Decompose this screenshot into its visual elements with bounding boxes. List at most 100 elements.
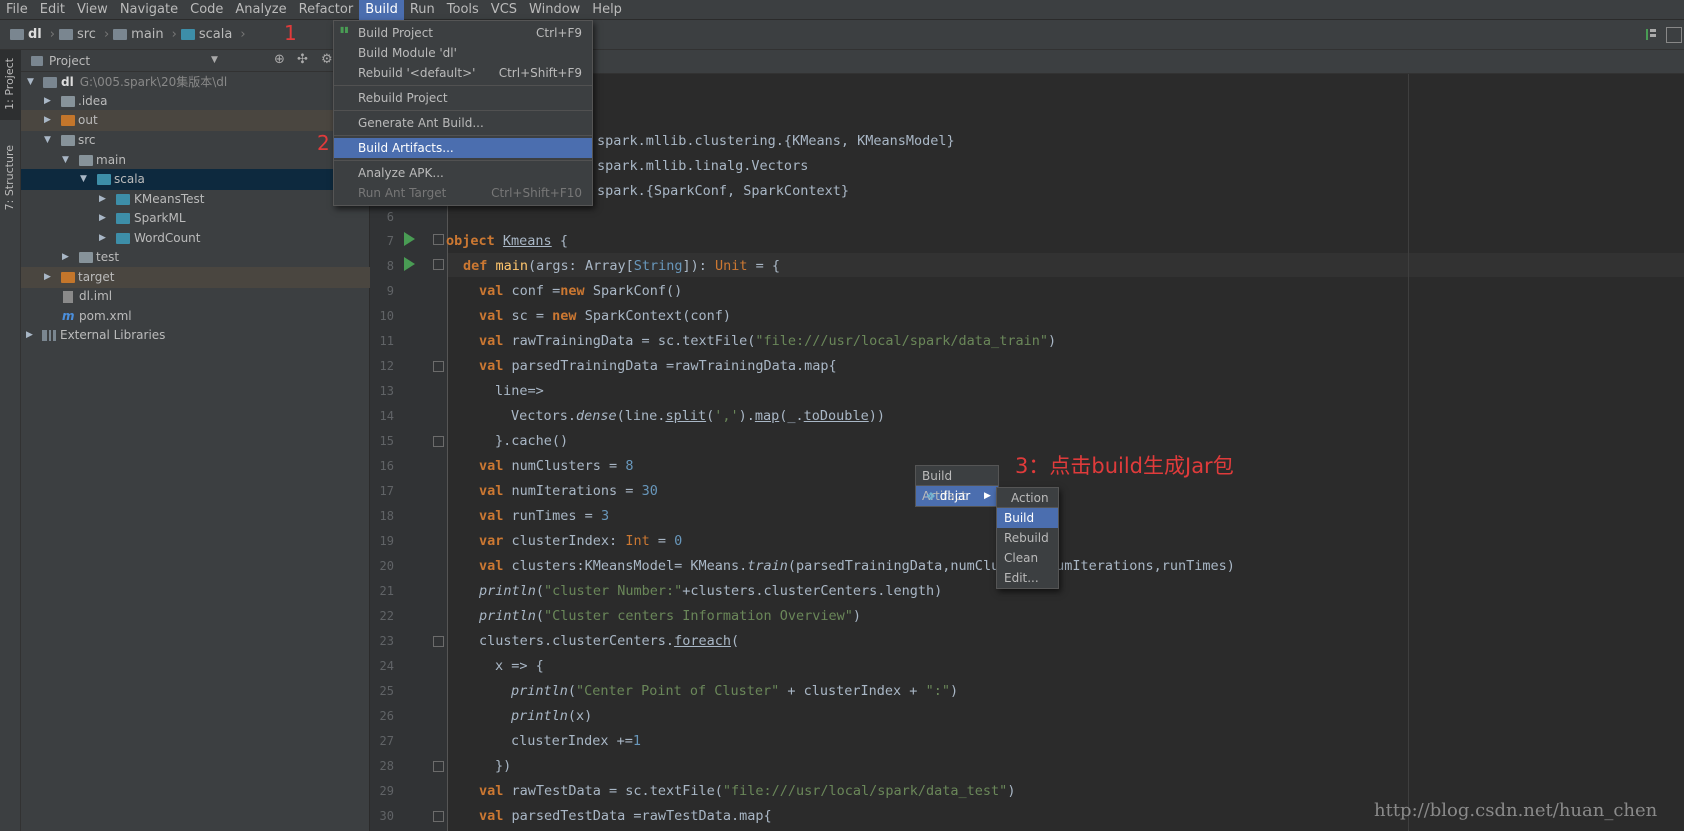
fold-icon[interactable]	[433, 234, 444, 245]
menu-run[interactable]: Run	[404, 0, 441, 20]
menu-item-build-module[interactable]: Build Module 'dl'	[334, 43, 592, 63]
run-config-icon[interactable]	[1645, 27, 1659, 43]
menu-navigate[interactable]: Navigate	[114, 0, 184, 20]
menu-separator	[334, 110, 592, 111]
collapse-arrow-icon[interactable]: ▶	[62, 247, 69, 268]
menu-build[interactable]: Build	[359, 0, 404, 20]
collapse-arrow-icon[interactable]: ▶	[99, 228, 106, 249]
tree-item-scala[interactable]: ▼ scala	[21, 169, 370, 190]
menu-separator	[334, 85, 592, 86]
project-panel-title[interactable]: Project	[49, 54, 90, 68]
collapse-arrow-icon[interactable]: ▶	[99, 208, 106, 229]
module-icon	[10, 29, 24, 40]
folder-icon	[61, 96, 75, 107]
line-number: 18	[379, 509, 394, 523]
menu-help[interactable]: Help	[586, 0, 628, 20]
expand-arrow-icon[interactable]: ▼	[80, 169, 87, 190]
code-line: println("Center Point of Cluster" + clus…	[511, 683, 959, 699]
tree-root-path: G:\005.spark\20集版本\dl	[79, 75, 228, 89]
locate-icon[interactable]: ⊕	[274, 52, 285, 67]
tree-item-dl-iml[interactable]: dl.iml	[21, 286, 370, 307]
expand-arrow-icon[interactable]: ▼	[27, 72, 34, 93]
action-build[interactable]: Build	[997, 508, 1058, 528]
menu-vcs[interactable]: VCS	[485, 0, 523, 20]
tool-tab-project[interactable]: 1: Project	[3, 58, 16, 110]
menu-item-run-ant-target[interactable]: Run Ant Target Ctrl+Shift+F10	[334, 183, 592, 203]
layout-icon[interactable]	[1666, 27, 1682, 43]
tree-item-test[interactable]: ▶ test	[21, 247, 370, 268]
menu-view[interactable]: View	[71, 0, 114, 20]
tree-item-target[interactable]: ▶ target	[21, 267, 370, 288]
tree-item-kmeanstest[interactable]: ▶ KMeansTest	[21, 189, 370, 210]
code-line: println(x)	[511, 708, 593, 724]
folder-icon	[61, 135, 75, 146]
menu-file[interactable]: File	[0, 0, 34, 20]
fold-icon[interactable]	[433, 259, 444, 270]
collapse-arrow-icon[interactable]: ▶	[44, 91, 51, 112]
code-line: Vectors.dense(line.split(',').map(_.toDo…	[511, 408, 885, 424]
collapse-arrow-icon[interactable]: ▶	[99, 189, 106, 210]
action-edit[interactable]: Edit...	[997, 568, 1058, 588]
code-line: clusters.clusterCenters.foreach(	[479, 633, 740, 649]
tree-item-label: src	[78, 133, 96, 147]
menu-analyze[interactable]: Analyze	[229, 0, 292, 20]
menu-window[interactable]: Window	[523, 0, 586, 20]
collapse-all-icon[interactable]: ✣	[297, 52, 308, 67]
code-line: val numIterations = 30	[479, 483, 658, 499]
tree-item-label: pom.xml	[79, 309, 132, 323]
breadcrumb-main[interactable]: main	[131, 27, 163, 42]
line-number: 23	[379, 634, 394, 648]
tree-item-wordcount[interactable]: ▶ WordCount	[21, 228, 370, 249]
fold-icon[interactable]	[433, 811, 444, 822]
fold-icon[interactable]	[433, 436, 444, 447]
breadcrumb-src[interactable]: src	[77, 27, 96, 42]
excluded-folder-icon	[61, 115, 75, 126]
breadcrumb-scala[interactable]: scala	[199, 27, 232, 42]
action-clean[interactable]: Clean	[997, 548, 1058, 568]
code-line: x => {	[495, 658, 544, 674]
run-icon[interactable]	[404, 232, 415, 246]
fold-icon[interactable]	[433, 761, 444, 772]
menu-refactor[interactable]: Refactor	[293, 0, 360, 20]
settings-gear-icon[interactable]: ⚙	[321, 52, 333, 67]
expand-arrow-icon[interactable]: ▼	[44, 130, 51, 151]
tree-root-dl[interactable]: ▼ dl G:\005.spark\20集版本\dl	[21, 72, 370, 93]
artifact-item-dl-jar[interactable]: ❖ dl:jar ▶	[916, 486, 998, 506]
menu-item-label: Rebuild Project	[358, 91, 448, 105]
menu-edit[interactable]: Edit	[34, 0, 71, 20]
fold-icon[interactable]	[433, 636, 444, 647]
action-rebuild[interactable]: Rebuild	[997, 528, 1058, 548]
build-project-icon: ▮▮	[340, 25, 349, 34]
code-line: val rawTrainingData = sc.textFile("file:…	[479, 333, 1057, 349]
menu-item-rebuild-project[interactable]: Rebuild Project	[334, 88, 592, 108]
collapse-arrow-icon[interactable]: ▶	[44, 267, 51, 288]
tree-item-pom-xml[interactable]: m pom.xml	[21, 306, 370, 327]
source-folder-icon	[97, 174, 111, 185]
menu-item-label: Generate Ant Build...	[358, 116, 484, 130]
menu-item-generate-ant-build[interactable]: Generate Ant Build...	[334, 113, 592, 133]
project-view-icon	[31, 55, 43, 66]
line-number: 28	[379, 759, 394, 773]
expand-arrow-icon[interactable]: ▼	[62, 150, 69, 171]
menu-item-build-project[interactable]: ▮▮ Build Project Ctrl+F9	[334, 23, 592, 43]
tool-tab-structure[interactable]: 7: Structure	[3, 145, 16, 210]
menu-item-rebuild-default[interactable]: Rebuild '<default>' Ctrl+Shift+F9	[334, 63, 592, 83]
line-number: 12	[379, 359, 394, 373]
menu-item-label: Rebuild '<default>'	[358, 66, 476, 80]
menu-item-analyze-apk[interactable]: Analyze APK...	[334, 163, 592, 183]
tree-item-out[interactable]: ▶ out	[21, 110, 370, 131]
tree-item-idea[interactable]: ▶ .idea	[21, 91, 370, 112]
menu-item-build-artifacts[interactable]: Build Artifacts...	[334, 138, 592, 158]
breadcrumb-dl[interactable]: dl	[28, 27, 42, 42]
fold-icon[interactable]	[433, 361, 444, 372]
run-icon[interactable]	[404, 257, 415, 271]
menu-item-shortcut: Ctrl+F9	[536, 26, 582, 40]
project-panel: Project ▼ ⊕ ✣ ⚙ ▼ dl G:\005.spark\20集版本\d…	[21, 50, 370, 831]
tree-item-sparkml[interactable]: ▶ SparkML	[21, 208, 370, 229]
menu-tools[interactable]: Tools	[441, 0, 485, 20]
collapse-arrow-icon[interactable]: ▶	[26, 325, 33, 346]
menu-code[interactable]: Code	[184, 0, 229, 20]
tree-item-external-libraries[interactable]: ▶ External Libraries	[21, 325, 370, 346]
dropdown-arrow-icon[interactable]: ▼	[211, 55, 218, 65]
collapse-arrow-icon[interactable]: ▶	[44, 110, 51, 131]
